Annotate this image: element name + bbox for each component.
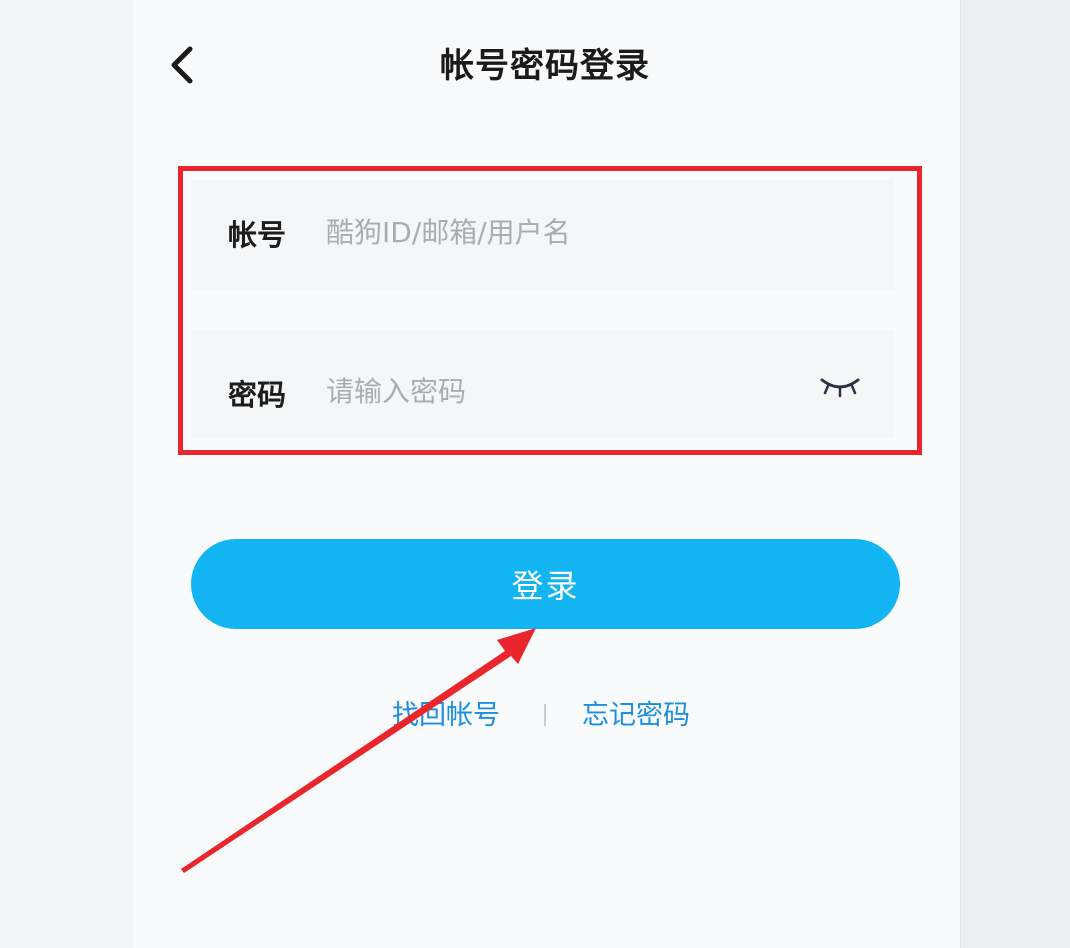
password-input[interactable] xyxy=(326,366,796,416)
link-divider xyxy=(544,704,546,726)
account-label: 帐号 xyxy=(228,218,287,252)
chevron-left-icon xyxy=(171,46,193,84)
password-field: 密码 xyxy=(192,330,894,438)
eye-closed-icon[interactable] xyxy=(818,374,862,400)
right-background-strip xyxy=(960,0,1070,948)
login-button[interactable]: 登录 xyxy=(191,539,900,629)
back-button[interactable] xyxy=(158,38,206,92)
left-background-strip xyxy=(0,0,133,948)
account-field: 帐号 xyxy=(192,180,894,290)
phone-screen xyxy=(133,0,960,948)
account-input[interactable] xyxy=(326,207,796,257)
find-account-link[interactable]: 找回帐号 xyxy=(392,694,500,738)
page-title: 帐号密码登录 xyxy=(440,46,650,86)
forgot-password-link[interactable]: 忘记密码 xyxy=(582,694,690,738)
password-label: 密码 xyxy=(228,378,287,412)
account-links: 找回帐号 忘记密码 xyxy=(0,694,1070,738)
